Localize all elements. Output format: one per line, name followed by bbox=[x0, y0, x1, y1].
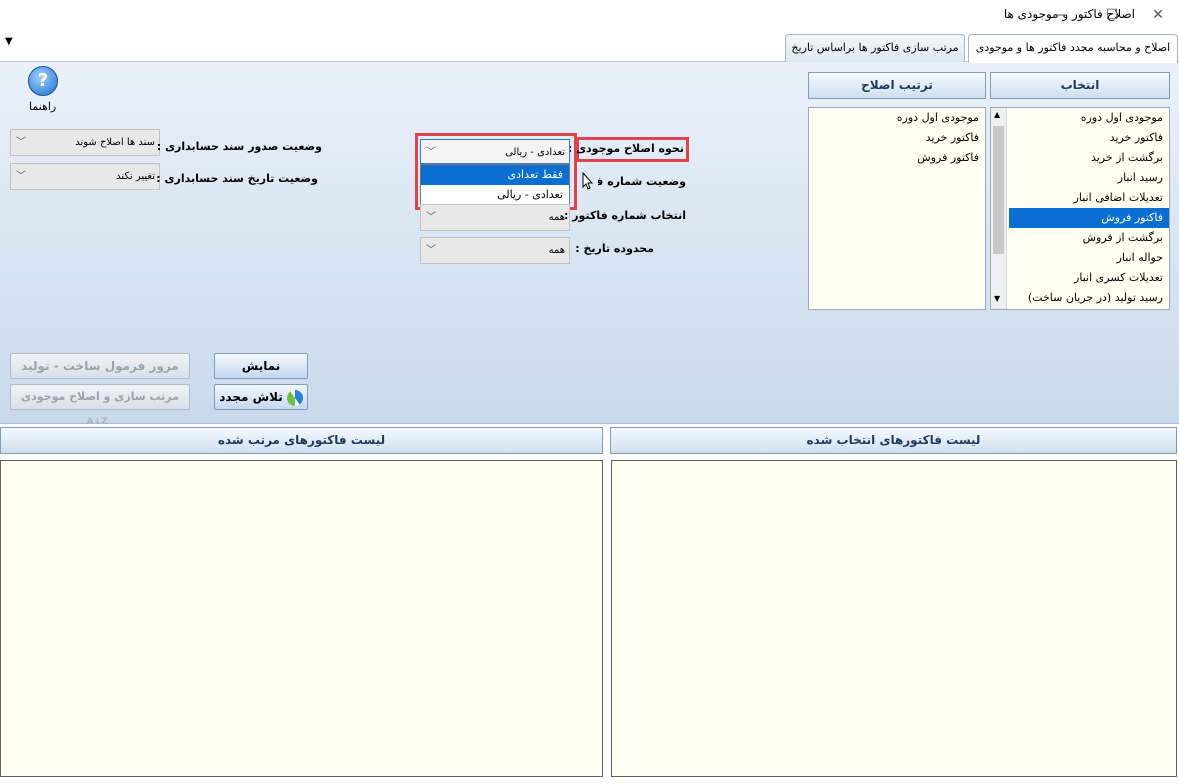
chevron-down-icon: ﹀ bbox=[16, 171, 26, 182]
sort-az-icon: A↓Z bbox=[86, 417, 108, 427]
cursor-icon bbox=[582, 171, 594, 190]
list-item-selected[interactable]: فاکتور فروش bbox=[1009, 208, 1169, 228]
inventory-method-value: تعدادی - ریالی bbox=[505, 147, 565, 158]
list-item[interactable]: برگشت از فروش bbox=[1009, 228, 1169, 248]
selection-items: موجودی اول دوره فاکتور خرید برگشت از خری… bbox=[1009, 108, 1169, 308]
selection-scrollbar[interactable]: ▲ ▼ bbox=[991, 108, 1007, 309]
doc-issue-select[interactable]: سند ها اصلاح شوند ﹀ bbox=[10, 129, 160, 156]
doc-date-select[interactable]: تغییر نکند ﹀ bbox=[10, 163, 160, 190]
help-icon[interactable]: ? bbox=[28, 66, 58, 96]
order-list[interactable]: موجودی اول دوره فاکتور خرید فاکتور فروش bbox=[808, 107, 986, 310]
invoice-number-select[interactable]: همه ﹀ bbox=[420, 204, 570, 231]
inventory-method-label: نحوه اصلاح موجودی : bbox=[567, 142, 684, 155]
selection-header[interactable]: انتخاب bbox=[990, 72, 1170, 99]
sort-and-fix-button[interactable]: مرتب سازی و اصلاح موجودی A↓Z bbox=[10, 384, 190, 427]
refresh-icon bbox=[286, 389, 303, 406]
invoice-number-value: همه bbox=[548, 212, 565, 223]
order-header[interactable]: ترتیب اصلاح bbox=[808, 72, 986, 99]
invoice-number-status-label: وضعیت شماره فاکتور bbox=[598, 175, 686, 188]
list-item[interactable]: فاکتور خرید bbox=[1009, 128, 1169, 148]
list-item[interactable]: فاکتور خرید bbox=[809, 128, 985, 148]
inventory-method-options: فقط تعدادی تعدادی - ریالی bbox=[420, 164, 570, 206]
selection-list[interactable]: ▲ ▼ موجودی اول دوره فاکتور خرید برگشت از… bbox=[990, 107, 1170, 310]
retry-label: تلاش مجدد bbox=[219, 390, 283, 404]
list-item[interactable]: برگشت از خرید bbox=[1009, 148, 1169, 168]
doc-date-label: وضعیت تاریخ سند حسابداری : bbox=[156, 172, 318, 185]
show-button[interactable]: نمایش bbox=[214, 353, 308, 379]
inventory-method-select[interactable]: تعدادی - ریالی ﹀ bbox=[420, 139, 570, 164]
sort-fix-label: مرتب سازی و اصلاح موجودی bbox=[21, 390, 179, 403]
date-range-value: همه bbox=[548, 245, 565, 256]
title-bar: اصلاح فاکتور و موجودی ها — ☐ ✕ bbox=[0, 0, 1179, 30]
scroll-down-icon[interactable]: ▼ bbox=[994, 294, 1000, 303]
review-formula-button[interactable]: مرور فرمول ساخت - تولید عادی bbox=[10, 353, 190, 397]
list-item[interactable]: تعدیلات کسری انبار bbox=[1009, 268, 1169, 288]
date-range-label: محدوده تاریخ : bbox=[575, 242, 654, 255]
list-item[interactable]: تعدیلات اضافی انبار bbox=[1009, 188, 1169, 208]
retry-button[interactable]: تلاش مجدد bbox=[214, 384, 308, 410]
selected-invoices-header[interactable]: لیست فاکتورهای انتخاب شده bbox=[610, 427, 1177, 454]
menu-arrow-icon[interactable]: ▼ bbox=[5, 36, 13, 47]
list-item[interactable]: موجودی اول دوره bbox=[1009, 108, 1169, 128]
list-item[interactable]: موجودی اول دوره bbox=[809, 108, 985, 128]
chevron-down-icon: ﹀ bbox=[426, 212, 436, 223]
sorted-invoices-header[interactable]: لیست فاکتورهای مرتب شده bbox=[0, 427, 603, 454]
doc-issue-value: سند ها اصلاح شوند bbox=[75, 137, 155, 148]
selected-invoices-list[interactable] bbox=[611, 460, 1177, 777]
chevron-down-icon: ﹀ bbox=[16, 137, 26, 148]
scroll-up-icon[interactable]: ▲ bbox=[994, 110, 1000, 119]
tab-fix-recalc[interactable]: اصلاح و محاسبه مجدد فاکتور ها و موجودی bbox=[968, 34, 1178, 63]
list-item[interactable]: رسید تولید (در جریان ساخت) bbox=[1009, 288, 1169, 308]
minimize-icon[interactable]: — bbox=[1045, 4, 1075, 26]
scroll-thumb[interactable] bbox=[993, 126, 1004, 254]
chevron-down-icon: ﹀ bbox=[426, 147, 436, 158]
maximize-icon[interactable]: ☐ bbox=[1097, 4, 1127, 26]
list-item[interactable]: رسید انبار bbox=[1009, 168, 1169, 188]
chevron-down-icon: ﹀ bbox=[426, 245, 436, 256]
sorted-invoices-list[interactable] bbox=[0, 460, 603, 777]
date-range-select[interactable]: همه ﹀ bbox=[420, 237, 570, 264]
list-item[interactable]: حواله انبار bbox=[1009, 248, 1169, 268]
tab-strip: ▼ اصلاح و محاسبه مجدد فاکتور ها و موجودی… bbox=[0, 30, 1179, 63]
doc-issue-label: وضعیت صدور سند حسابداری : bbox=[156, 140, 322, 153]
tab-sort-by-date[interactable]: مرتب سازی فاکتور ها براساس تاریخ bbox=[785, 34, 965, 62]
list-item[interactable]: فاکتور فروش bbox=[809, 148, 985, 168]
option-quantity-only[interactable]: فقط تعدادی bbox=[421, 165, 569, 185]
doc-date-value: تغییر نکند bbox=[116, 171, 155, 182]
help-label[interactable]: راهنما bbox=[29, 100, 56, 113]
option-quantity-rial[interactable]: تعدادی - ریالی bbox=[421, 185, 569, 205]
close-icon[interactable]: ✕ bbox=[1143, 4, 1173, 26]
invoice-number-select-label: انتخاب شماره فاکتور : bbox=[564, 209, 686, 222]
